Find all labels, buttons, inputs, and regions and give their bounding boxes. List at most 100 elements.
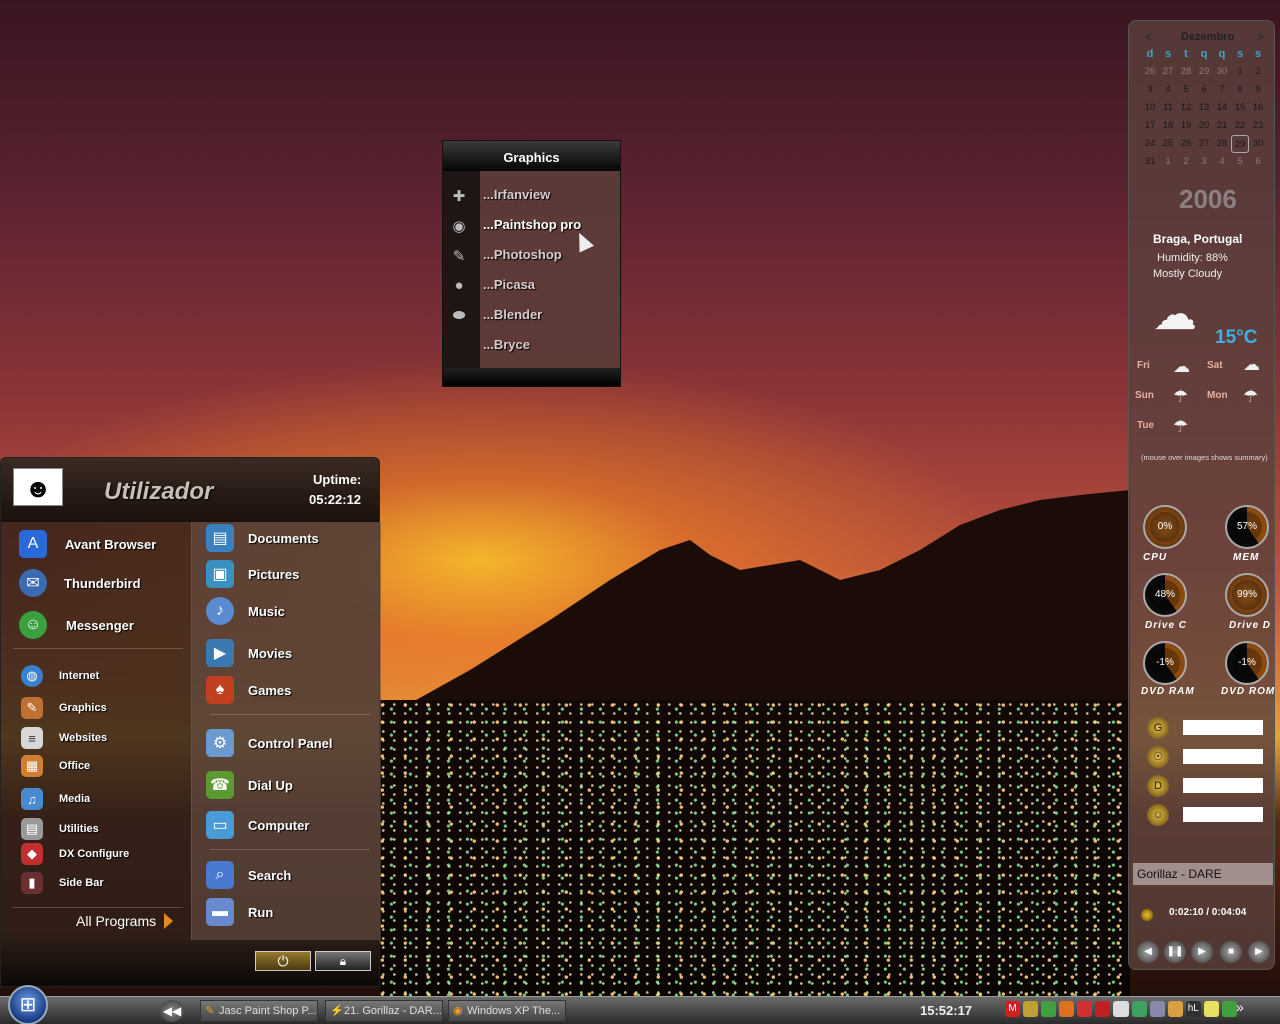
graphics-menu-item-bryce[interactable]: ...Bryce <box>443 331 620 361</box>
calendar-day[interactable]: 28 <box>1213 135 1231 153</box>
stop-icon[interactable]: ■ <box>1220 941 1242 963</box>
calendar-day[interactable]: 3 <box>1141 81 1159 99</box>
calendar-day[interactable]: 31 <box>1141 153 1159 171</box>
graphics-menu-item-irfanview[interactable]: ✚ ...Irfanview <box>443 181 620 211</box>
grid-icon[interactable] <box>1041 1001 1057 1017</box>
antivirus-icon[interactable] <box>1077 1001 1093 1017</box>
calendar-day[interactable]: 30 <box>1213 63 1231 81</box>
search-engine-input[interactable] <box>1183 749 1263 764</box>
calendar-day[interactable]: 30 <box>1249 135 1267 153</box>
calendar-day[interactable]: 21 <box>1213 117 1231 135</box>
partly-cloudy-icon[interactable]: ☁ <box>1153 289 1213 344</box>
play-icon[interactable]: ▶ <box>1191 941 1213 963</box>
category-office[interactable]: ▦ Office <box>21 752 90 780</box>
calendar-day[interactable]: 11 <box>1159 99 1177 117</box>
calendar-day[interactable]: 26 <box>1177 135 1195 153</box>
calendar-day[interactable]: 20 <box>1195 117 1213 135</box>
pinned-messenger[interactable]: ☺ Messenger <box>19 611 134 639</box>
power-button[interactable]: ⏻ <box>255 951 311 971</box>
firefox-tray-icon[interactable] <box>1059 1001 1075 1017</box>
calendar-day[interactable]: 29 <box>1231 135 1249 153</box>
graphics-menu-item-paintshop[interactable]: ◉ ...Paintshop pro <box>443 211 620 241</box>
category-side-bar[interactable]: ▮ Side Bar <box>21 869 104 897</box>
google-search-input[interactable] <box>1183 720 1263 735</box>
calendar-day[interactable]: 1 <box>1159 153 1177 171</box>
calendar-day[interactable]: 25 <box>1159 135 1177 153</box>
place-search[interactable]: ⌕ Search <box>206 861 291 889</box>
calendar-day[interactable]: 22 <box>1231 117 1249 135</box>
place-documents[interactable]: ▤ Documents <box>206 524 319 552</box>
category-graphics[interactable]: ✎ Graphics <box>21 694 107 722</box>
calendar-day[interactable]: 5 <box>1177 81 1195 99</box>
calendar-day[interactable]: 9 <box>1249 81 1267 99</box>
google-icon[interactable]: G <box>1147 717 1169 739</box>
category-internet[interactable]: ◍ Internet <box>21 662 99 690</box>
pen-icon[interactable] <box>1023 1001 1039 1017</box>
place-games[interactable]: ♠ Games <box>206 676 291 704</box>
graphics-menu-item-blender[interactable]: ⬬ ...Blender <box>443 301 620 331</box>
task-winamp[interactable]: ⚡21. Gorillaz - DAR... <box>325 1000 443 1022</box>
calendar-day[interactable]: 10 <box>1141 99 1159 117</box>
calendar-day[interactable]: 29 <box>1195 63 1213 81</box>
place-pictures[interactable]: ▣ Pictures <box>206 560 299 588</box>
lock-button[interactable]: 🔒︎ <box>315 951 371 971</box>
calendar-day[interactable]: 3 <box>1195 153 1213 171</box>
pinned-thunderbird[interactable]: ✉ Thunderbird <box>19 569 141 597</box>
calendar-day[interactable]: 6 <box>1249 153 1267 171</box>
weather-search-input[interactable] <box>1183 807 1263 822</box>
calendar-prev-button[interactable]: < <box>1145 30 1152 44</box>
calendar-day[interactable]: 7 <box>1213 81 1231 99</box>
start-button[interactable]: ⊞ <box>8 985 48 1024</box>
place-control-panel[interactable]: ⚙ Control Panel <box>206 729 333 757</box>
category-dx-configure[interactable]: ◆ DX Configure <box>21 840 129 868</box>
hl-icon[interactable]: hL <box>1185 1001 1201 1017</box>
calendar-day[interactable]: 27 <box>1195 135 1213 153</box>
calendar-day[interactable]: 16 <box>1249 99 1267 117</box>
calendar-day[interactable]: 4 <box>1159 81 1177 99</box>
taskbar-back-button[interactable]: ◀◀ <box>160 1000 184 1022</box>
calendar-day[interactable]: 24 <box>1141 135 1159 153</box>
rain-icon[interactable]: ☂ <box>1173 387 1188 407</box>
wrench-icon[interactable] <box>1149 1001 1165 1017</box>
calendar-day[interactable]: 4 <box>1213 153 1231 171</box>
partly-cloudy-icon[interactable]: ☁ <box>1173 357 1190 377</box>
calendar-day[interactable]: 15 <box>1231 99 1249 117</box>
user-avatar[interactable]: ☻ <box>13 468 63 506</box>
calendar-day[interactable]: 2 <box>1249 63 1267 81</box>
calendar-day[interactable]: 19 <box>1177 117 1195 135</box>
previous-icon[interactable]: ◀ <box>1137 941 1159 963</box>
calendar-day[interactable]: 26 <box>1141 63 1159 81</box>
calendar-day[interactable]: 8 <box>1231 81 1249 99</box>
category-websites[interactable]: ≡ Websites <box>21 724 107 752</box>
task-paintshop[interactable]: ✎ Jasc Paint Shop P... <box>200 1000 318 1022</box>
pause-icon[interactable]: ❚❚ <box>1164 941 1186 963</box>
m-icon[interactable]: M <box>1005 1001 1021 1017</box>
next-icon[interactable]: ▶ <box>1248 941 1270 963</box>
dictionary-input[interactable] <box>1183 778 1263 793</box>
place-run[interactable]: ▬ Run <box>206 898 273 926</box>
notes-icon[interactable] <box>1203 1001 1219 1017</box>
calendar-day[interactable]: 14 <box>1213 99 1231 117</box>
taskbar-clock[interactable]: 15:52:17 <box>920 1003 972 1018</box>
graphics-menu-item-picasa[interactable]: ● ...Picasa <box>443 271 620 301</box>
calendar-day[interactable]: 23 <box>1249 117 1267 135</box>
dictionary-icon[interactable]: D <box>1147 775 1169 797</box>
chess-icon[interactable] <box>1113 1001 1129 1017</box>
red-icon[interactable] <box>1095 1001 1111 1017</box>
weather-search-icon[interactable]: ☺ <box>1147 804 1169 826</box>
calendar-day[interactable]: 6 <box>1195 81 1213 99</box>
calendar-day[interactable]: 28 <box>1177 63 1195 81</box>
task-firefox[interactable]: ◉ Windows XP The... <box>448 1000 566 1022</box>
place-dial-up[interactable]: ☎ Dial Up <box>206 771 293 799</box>
all-programs-button[interactable]: All Programs <box>76 913 174 929</box>
category-utilities[interactable]: ▤ Utilities <box>21 815 99 843</box>
calendar-day[interactable]: 1 <box>1231 63 1249 81</box>
place-computer[interactable]: ▭ Computer <box>206 811 309 839</box>
place-movies[interactable]: ▶ Movies <box>206 639 292 667</box>
calendar-day[interactable]: 18 <box>1159 117 1177 135</box>
calendar-day[interactable]: 2 <box>1177 153 1195 171</box>
volume-icon[interactable] <box>1167 1001 1183 1017</box>
calendar-next-button[interactable]: > <box>1257 30 1264 44</box>
rain-icon[interactable]: ☂ <box>1243 387 1258 407</box>
pinned-avant-browser[interactable]: A Avant Browser <box>19 530 156 558</box>
